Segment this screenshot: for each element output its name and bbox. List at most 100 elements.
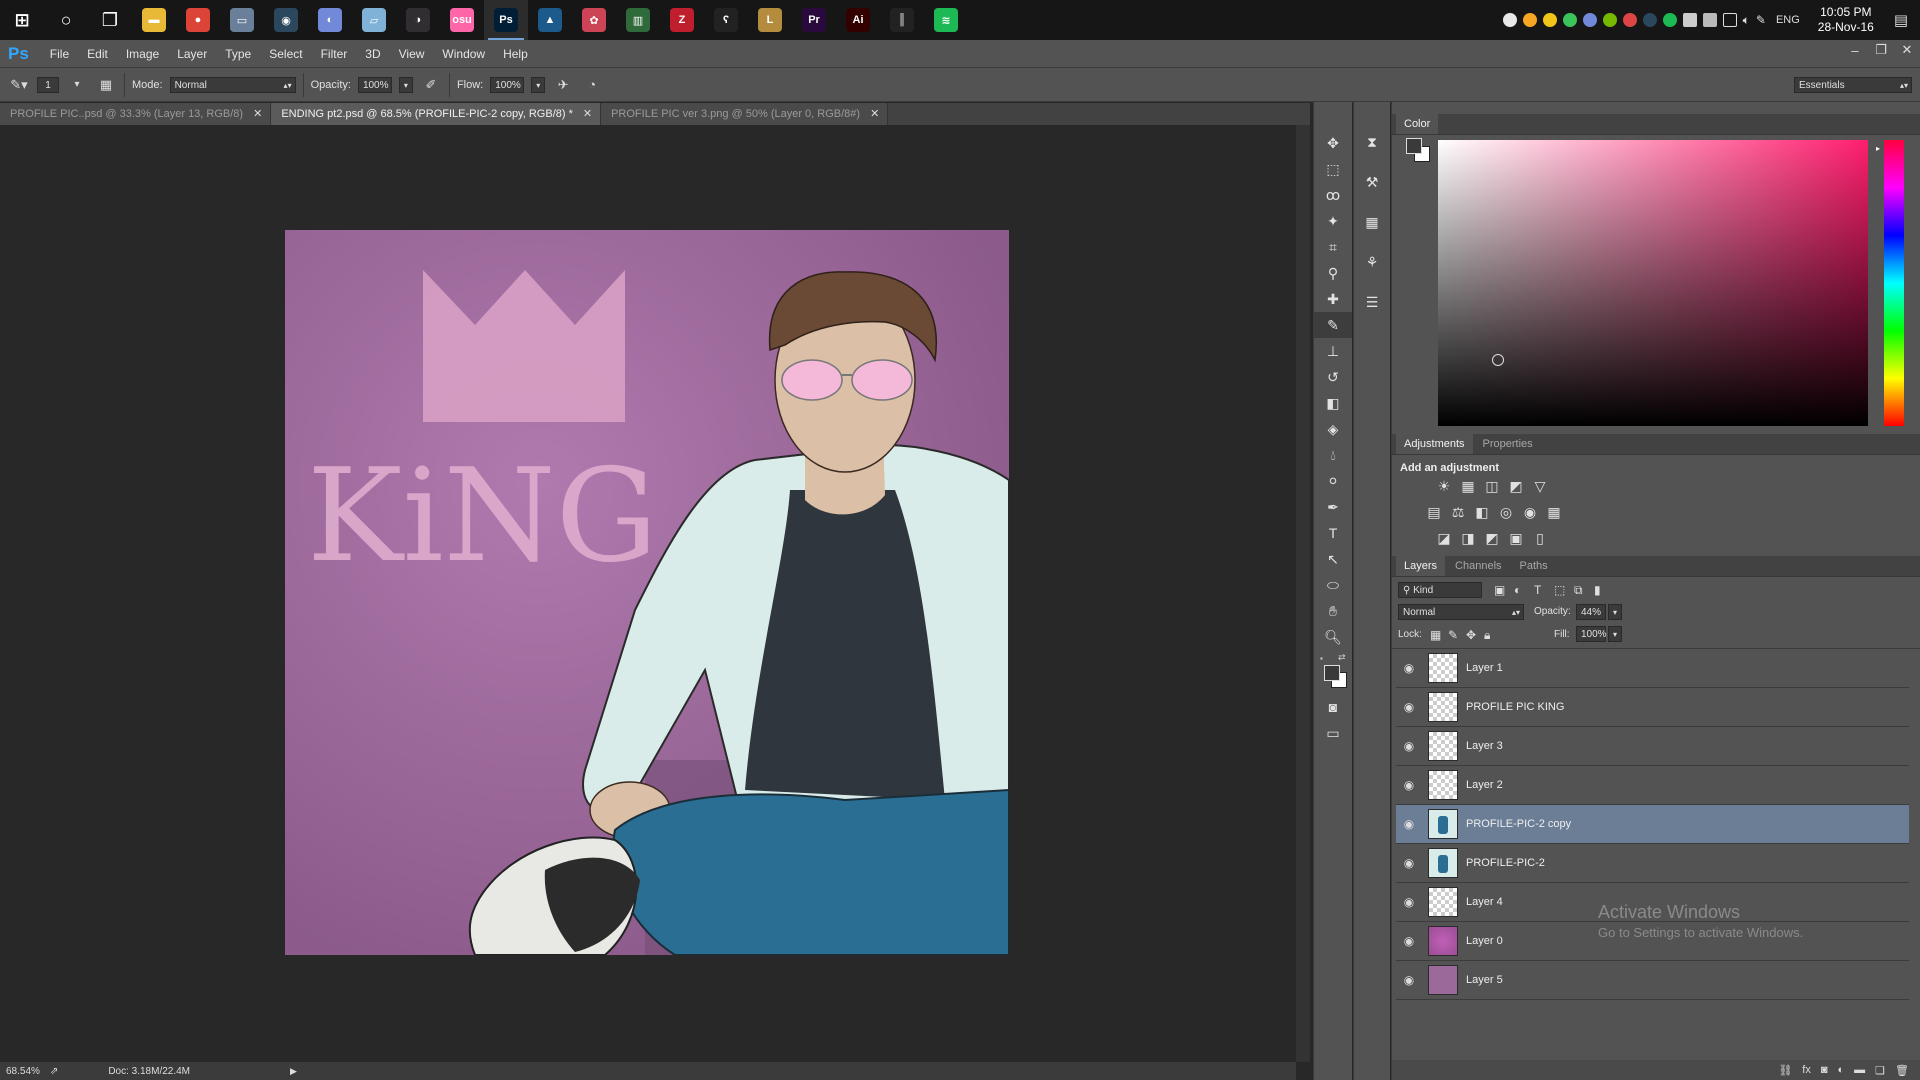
layer-row[interactable]: ◉ Layer 3 — [1396, 727, 1909, 766]
opacity-dropdown-icon[interactable]: ▾ — [398, 76, 413, 93]
dodge-tool-icon[interactable]: ⚪︎ — [1314, 468, 1352, 494]
brush-size-field[interactable]: 1 — [37, 76, 59, 93]
league-taskbar-icon[interactable]: L — [748, 0, 792, 40]
adjustment-row1-3-icon[interactable]: ◩ — [1506, 476, 1526, 496]
type-tool-icon[interactable]: T — [1314, 520, 1352, 546]
zoom-level[interactable]: 68.54% — [6, 1066, 40, 1077]
quick-mask-icon[interactable]: ◙ — [1314, 694, 1352, 720]
pressure-opacity-icon[interactable]: ✐ — [420, 74, 442, 96]
layer-row[interactable]: ◉ PROFILE-PIC-2 — [1396, 844, 1909, 883]
adjustment-row3-4-icon[interactable]: ▯ — [1530, 528, 1550, 548]
ellipse-tool-icon[interactable]: ⬭ — [1314, 572, 1352, 598]
tray-nvidia-icon[interactable] — [1602, 13, 1617, 27]
menu-3d[interactable]: 3D — [356, 47, 389, 61]
visibility-eye-icon[interactable]: ◉ — [1396, 739, 1422, 753]
pen-icon[interactable]: ✎ — [1756, 13, 1766, 27]
task-view-taskbar-icon[interactable]: ❐ — [88, 0, 132, 40]
tray-steam-icon[interactable] — [1642, 13, 1657, 27]
menu-edit[interactable]: Edit — [78, 47, 117, 61]
menu-window[interactable]: Window — [433, 47, 494, 61]
layer-opacity-field[interactable]: 44% — [1576, 604, 1606, 620]
blend-mode-select[interactable]: Normal ▴▾ — [1398, 604, 1524, 620]
default-colors-icon[interactable]: ▪ — [1320, 654, 1323, 663]
screen-mode-icon[interactable]: ▭ — [1314, 720, 1352, 746]
lock-image-icon[interactable]: ✎ — [1448, 628, 1458, 642]
menu-type[interactable]: Type — [216, 47, 260, 61]
crop-tool-icon[interactable]: ⌗ — [1314, 234, 1352, 260]
clock[interactable]: 10:05 PM 28-Nov-16 — [1810, 5, 1882, 35]
color-field[interactable] — [1438, 140, 1868, 426]
premiere-taskbar-icon[interactable]: Pr — [792, 0, 836, 40]
history-brush-icon[interactable]: ↺ — [1314, 364, 1352, 390]
spotify-taskbar-icon[interactable]: ≋ — [924, 0, 968, 40]
adjustment-row3-2-icon[interactable]: ◩ — [1482, 528, 1502, 548]
menu-filter[interactable]: Filter — [312, 47, 357, 61]
cortana-taskbar-icon[interactable]: ○ — [44, 0, 88, 40]
canvas-scrollbar[interactable] — [1296, 125, 1310, 1062]
new-layer-icon[interactable]: ❏ — [1875, 1064, 1885, 1077]
menu-select[interactable]: Select — [260, 47, 311, 61]
photoshop-taskbar-icon[interactable]: Ps — [484, 0, 528, 40]
move-tool-icon[interactable]: ✥ — [1314, 130, 1352, 156]
filter-pixel-icon[interactable]: ▣ — [1494, 583, 1505, 597]
layer-row[interactable]: ◉ PROFILE PIC KING — [1396, 688, 1909, 727]
layer-name[interactable]: PROFILE-PIC-2 — [1466, 857, 1545, 869]
adjustment-row2-3-icon[interactable]: ◎ — [1496, 502, 1516, 522]
layer-row[interactable]: ◉ Layer 2 — [1396, 766, 1909, 805]
layer-name[interactable]: PROFILE PIC KING — [1466, 701, 1564, 713]
foreground-color-swatch[interactable] — [1324, 665, 1340, 681]
brush-tool-icon[interactable]: ✎ — [1314, 312, 1352, 338]
zoom-tool-icon[interactable]: 🔍︎ — [1314, 624, 1352, 650]
adjustment-row3-1-icon[interactable]: ◨ — [1458, 528, 1478, 548]
tray-icon-7[interactable] — [1622, 13, 1637, 27]
marquee-tool-icon[interactable]: ⬚ — [1314, 156, 1352, 182]
hand-tool-icon[interactable]: ✋︎ — [1314, 598, 1352, 624]
magic-wand-icon[interactable]: ✦ — [1314, 208, 1352, 234]
close-icon[interactable]: ✕ — [583, 103, 592, 125]
layer-filter-select[interactable]: ⚲ Kind — [1398, 582, 1482, 598]
swap-colors-icon[interactable]: ⇄ — [1338, 652, 1346, 663]
steam-taskbar-icon[interactable]: ◉ — [264, 0, 308, 40]
document-tab[interactable]: ENDING pt2.psd @ 68.5% (PROFILE-PIC-2 co… — [271, 103, 602, 125]
color-picker-ring[interactable] — [1492, 354, 1504, 366]
layer-mask-icon[interactable]: ◙ — [1821, 1064, 1828, 1076]
layer-name[interactable]: Layer 3 — [1466, 740, 1503, 752]
tab-properties[interactable]: Properties — [1475, 434, 1541, 454]
layer-opacity-dropdown-icon[interactable]: ▾ — [1608, 604, 1622, 620]
visibility-eye-icon[interactable]: ◉ — [1396, 895, 1422, 909]
path-selection-icon[interactable]: ↖ — [1314, 546, 1352, 572]
close-icon[interactable]: ✕ — [870, 103, 879, 125]
adjustment-row1-0-icon[interactable]: ☀ — [1434, 476, 1454, 496]
chrome-taskbar-icon[interactable]: ● — [176, 0, 220, 40]
tray-icon-2[interactable] — [1522, 13, 1537, 27]
brush-presets-icon[interactable]: ⚒ — [1354, 162, 1390, 202]
adjustment-row2-4-icon[interactable]: ◉ — [1520, 502, 1540, 522]
brush-panel-toggle-icon[interactable]: ▦ — [95, 74, 117, 96]
filter-adjustment-icon[interactable]: ◐ — [1514, 583, 1521, 597]
paint-app-taskbar-icon[interactable]: ✿ — [572, 0, 616, 40]
menu-help[interactable]: Help — [494, 47, 537, 61]
brush-panel-icon[interactable]: ⚘ — [1354, 242, 1390, 282]
minimize-button[interactable]: – — [1842, 40, 1868, 60]
filezilla-taskbar-icon[interactable]: Z — [660, 0, 704, 40]
tray-icon-4[interactable] — [1562, 13, 1577, 27]
lock-transparent-icon[interactable]: ▦ — [1430, 628, 1441, 642]
brush-size-dropdown-icon[interactable]: ▾ — [66, 74, 88, 96]
volume-icon[interactable]: 🔈︎ — [1743, 13, 1750, 28]
history-panel-icon[interactable]: ⧗ — [1354, 122, 1390, 162]
healing-brush-icon[interactable]: ✚ — [1314, 286, 1352, 312]
hue-marker-icon[interactable]: ▸ — [1876, 144, 1880, 153]
adjustment-row3-3-icon[interactable]: ▣ — [1506, 528, 1526, 548]
status-menu-arrow-icon[interactable]: ▶ — [290, 1066, 297, 1077]
menu-file[interactable]: File — [41, 47, 78, 61]
visibility-eye-icon[interactable]: ◉ — [1396, 934, 1422, 948]
visibility-eye-icon[interactable]: ◉ — [1396, 700, 1422, 714]
windows-start-taskbar-icon[interactable]: ⊞ — [0, 0, 44, 40]
lock-position-icon[interactable]: ✥ — [1466, 628, 1476, 642]
hue-slider[interactable] — [1884, 140, 1904, 426]
menu-image[interactable]: Image — [117, 47, 168, 61]
layer-style-icon[interactable]: fx — [1802, 1064, 1811, 1076]
discord-taskbar-icon[interactable]: ◐ — [308, 0, 352, 40]
eyedropper-icon[interactable]: ⚲ — [1314, 260, 1352, 286]
fill-field[interactable]: 100% — [1576, 626, 1607, 642]
